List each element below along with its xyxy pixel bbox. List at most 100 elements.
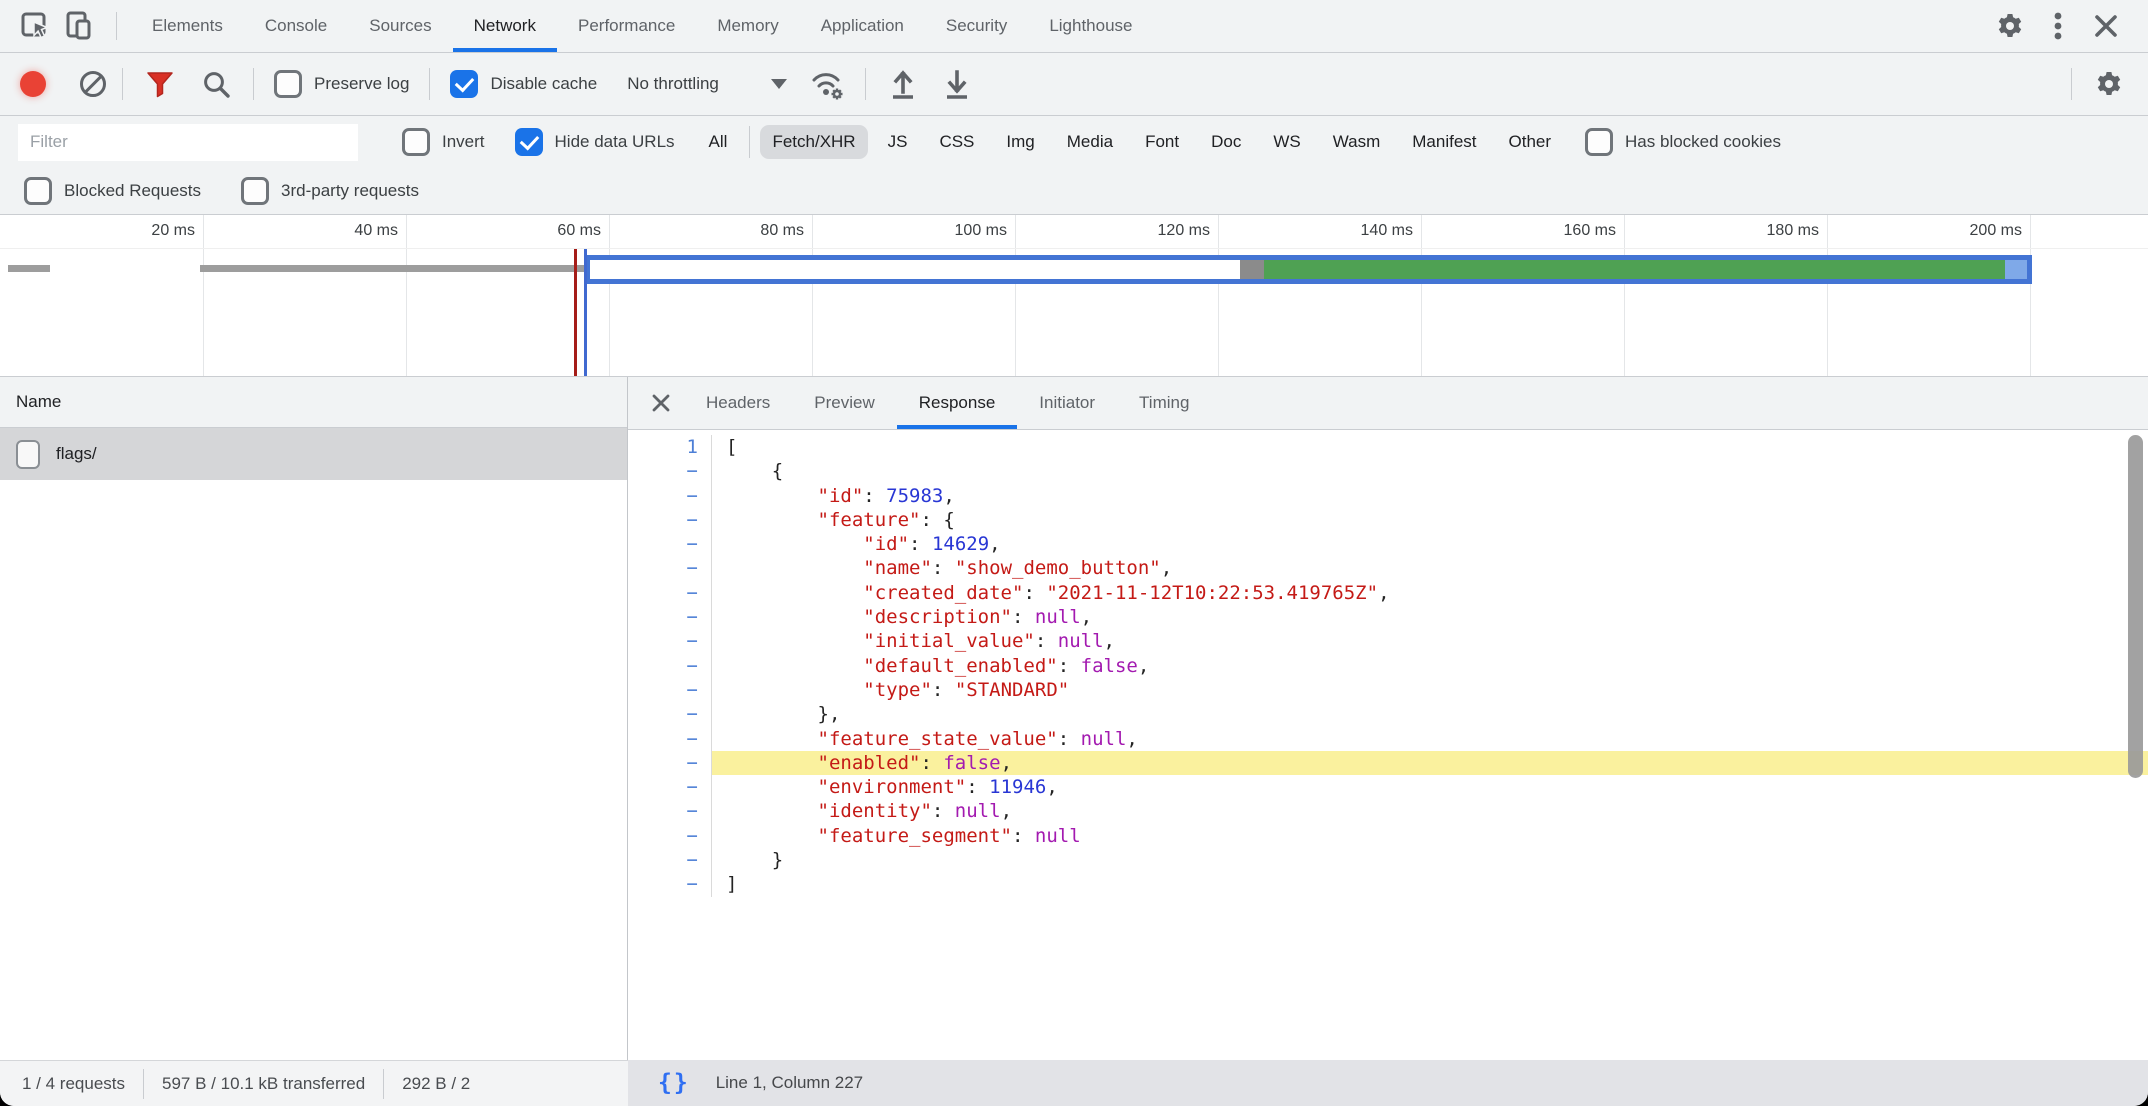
name-column-header[interactable]: Name [0,377,627,428]
device-toolbar-icon[interactable] [58,0,102,52]
code-line: − "enabled": false, [628,751,2148,775]
tab-performance[interactable]: Performance [557,0,696,52]
divider [749,126,750,158]
chip-wasm[interactable]: Wasm [1321,125,1393,159]
divider [429,68,430,100]
gutter-fold-marker[interactable]: − [628,605,712,629]
chip-doc[interactable]: Doc [1199,125,1253,159]
code-line-content: { [712,459,2148,483]
requests-pane: Name flags/ [0,377,628,1060]
has-blocked-cookies-checkbox[interactable]: Has blocked cookies [1585,128,1781,156]
filter-funnel-icon[interactable] [139,63,181,105]
ruler-label: 40 ms [354,222,406,240]
gutter-fold-marker[interactable]: − [628,799,712,823]
ruler-label: 140 ms [1361,222,1421,240]
chip-js[interactable]: JS [876,125,920,159]
clear-network-log-icon[interactable] [80,71,106,97]
more-options-kebab-icon[interactable] [2034,9,2082,43]
gutter-fold-marker[interactable]: − [628,824,712,848]
chip-manifest[interactable]: Manifest [1400,125,1488,159]
settings-gear-icon[interactable] [1986,11,2034,41]
close-details-icon[interactable] [638,377,684,429]
gutter-fold-marker[interactable]: − [628,702,712,726]
inspect-element-icon[interactable] [14,0,58,52]
ruler-label: 180 ms [1767,222,1827,240]
tab-lighthouse[interactable]: Lighthouse [1028,0,1153,52]
tab-application[interactable]: Application [800,0,925,52]
invert-checkbox[interactable]: Invert [402,128,485,156]
request-row-flags[interactable]: flags/ [0,428,627,480]
response-body-viewer[interactable]: 1[− {− "id": 75983,− "feature": {− "id":… [628,430,2148,1060]
filter-input[interactable] [18,124,358,161]
chip-ws[interactable]: WS [1261,125,1312,159]
gutter-fold-marker[interactable]: − [628,556,712,580]
gutter-fold-marker[interactable]: − [628,629,712,653]
code-line-content: "feature": { [712,508,2148,532]
blocked-requests-checkbox[interactable]: Blocked Requests [24,177,201,205]
code-line: − } [628,848,2148,872]
gutter-fold-marker[interactable]: − [628,727,712,751]
code-line: − { [628,459,2148,483]
tab-timing[interactable]: Timing [1117,377,1211,429]
gutter-fold-marker[interactable]: − [628,775,712,799]
tab-network[interactable]: Network [453,0,557,52]
more-filters-bar: Blocked Requests 3rd-party requests [0,168,2148,215]
throttling-dropdown[interactable]: No throttling [627,74,787,94]
chip-img[interactable]: Img [994,125,1046,159]
code-line: − "type": "STANDARD" [628,678,2148,702]
tab-console[interactable]: Console [244,0,348,52]
tab-headers[interactable]: Headers [684,377,792,429]
gutter-fold-marker[interactable]: − [628,532,712,556]
gutter-fold-marker[interactable]: − [628,872,712,896]
chip-fetch-xhr[interactable]: Fetch/XHR [760,125,867,159]
network-settings-gear-icon[interactable] [2088,63,2130,105]
gutter-fold-marker[interactable]: − [628,848,712,872]
import-har-icon[interactable] [882,63,924,105]
gutter-fold-marker[interactable]: − [628,459,712,483]
hide-data-urls-checkbox[interactable]: Hide data URLs [515,128,675,156]
chip-media[interactable]: Media [1055,125,1125,159]
close-devtools-icon[interactable] [2082,13,2130,39]
waiting-segment [590,260,1240,279]
gutter-fold-marker[interactable]: − [628,678,712,702]
status-bar: 1 / 4 requests597 B / 10.1 kB transferre… [0,1060,2148,1106]
search-icon[interactable] [195,63,237,105]
chip-css[interactable]: CSS [927,125,986,159]
third-party-requests-checkbox[interactable]: 3rd-party requests [241,177,419,205]
code-line-content: "feature_segment": null [712,824,2148,848]
tab-sources[interactable]: Sources [348,0,452,52]
tab-initiator[interactable]: Initiator [1017,377,1117,429]
code-line-content: "initial_value": null, [712,629,2148,653]
chip-font[interactable]: Font [1133,125,1191,159]
pretty-print-braces-icon[interactable]: {} [658,1070,690,1096]
gutter-fold-marker[interactable]: − [628,751,712,775]
vertical-scrollbar-thumb[interactable] [2128,435,2143,778]
network-overview-timeline[interactable]: 20 ms40 ms60 ms80 ms100 ms120 ms140 ms16… [0,215,2148,377]
tab-security[interactable]: Security [925,0,1028,52]
ruler-label: 20 ms [151,222,203,240]
export-har-icon[interactable] [936,63,978,105]
ruler-gridline [2030,215,2031,376]
code-line: − "description": null, [628,605,2148,629]
chip-all[interactable]: All [697,125,740,159]
ruler-label: 80 ms [760,222,812,240]
gutter-fold-marker[interactable]: − [628,508,712,532]
gutter-fold-marker[interactable]: − [628,654,712,678]
filter-bar: Invert Hide data URLs All Fetch/XHR JS C… [0,116,2148,168]
tab-preview[interactable]: Preview [792,377,896,429]
disable-cache-checkbox[interactable]: Disable cache [450,70,597,98]
tab-memory[interactable]: Memory [696,0,799,52]
chip-other[interactable]: Other [1497,125,1564,159]
detail-tabbar: Headers Preview Response Initiator Timin… [628,377,2148,430]
gutter-fold-marker[interactable]: 1 [628,435,712,459]
gutter-fold-marker[interactable]: − [628,581,712,605]
tab-response[interactable]: Response [897,377,1018,429]
tab-elements[interactable]: Elements [131,0,244,52]
network-conditions-icon[interactable] [807,63,849,105]
gutter-fold-marker[interactable]: − [628,484,712,508]
main-tabbar: Elements Console Sources Network Perform… [0,0,2148,53]
network-summary: 1 / 4 requests597 B / 10.1 kB transferre… [0,1060,628,1106]
record-network-log-icon[interactable] [20,71,46,97]
download-segment [1264,260,2005,279]
preserve-log-checkbox[interactable]: Preserve log [274,70,409,98]
